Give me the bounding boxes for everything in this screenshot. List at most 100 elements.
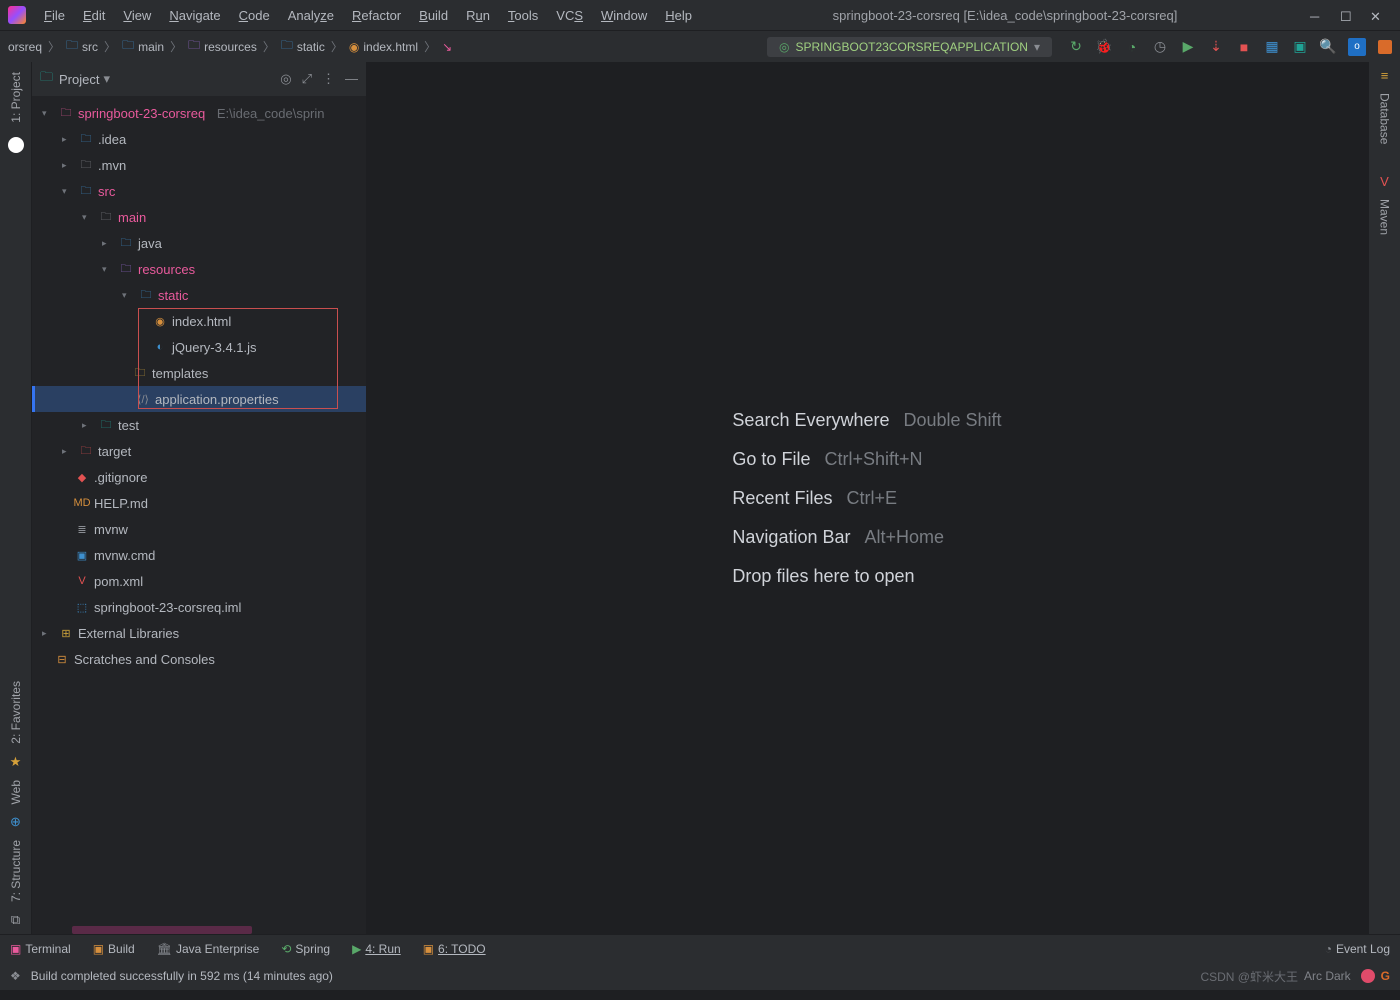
layers-icon[interactable]: ❖ [10,969,21,983]
g-badge-icon: G [1381,969,1390,983]
bottom-toolbar: ▣Terminal ▣Build 🏛Java Enterprise ⟲Sprin… [0,934,1400,962]
tree-idea[interactable]: ▸🗀.idea [32,126,366,152]
badge-icon[interactable] [1378,40,1392,54]
close-icon[interactable]: ✕ [1370,9,1382,21]
minimize-icon[interactable]: ─ [1310,9,1322,21]
menu-analyze[interactable]: Analyze [280,4,342,27]
right-tool-gutter: ≡ Database V Maven [1368,62,1400,934]
debug-bug-icon[interactable]: 🐞 [1096,39,1112,55]
tree-mvnwcmd[interactable]: ▣mvnw.cmd [32,542,366,568]
tree-resources[interactable]: ▾🗀resources [32,256,366,282]
minimize-panel-icon[interactable]: — [345,71,358,87]
chevron-down-icon: ▾ [1034,40,1040,54]
hint-drop: Drop files here to open [732,566,914,587]
tree-mvnw[interactable]: ≣mvnw [32,516,366,542]
project-sidebar: 🗀 Project ▾ ◎ ⤢ ⋮ — ▾🗀springboot-23-cors… [32,62,366,934]
bc-root: orsreq [8,40,42,54]
tree-root[interactable]: ▾🗀springboot-23-corsreq E:\idea_code\spr… [32,100,366,126]
tab-project[interactable]: 1: Project [5,62,27,133]
menu-navigate[interactable]: Navigate [161,4,228,27]
menu-run[interactable]: Run [458,4,498,27]
collapse-icon[interactable]: ⤢ [302,71,312,87]
attach-icon[interactable]: ⇣ [1208,39,1224,55]
tree-src[interactable]: ▾🗀src [32,178,366,204]
bb-eventlog[interactable]: ◔Event Log [1325,942,1390,956]
breadcrumb[interactable]: orsreq〉 🗀src〉 🗀main〉 🗀resources〉 🗀static… [8,36,452,57]
grid-icon[interactable]: ▦ [1264,39,1280,55]
tree-static[interactable]: ▾🗀static [32,282,366,308]
tab-maven[interactable]: Maven [1374,189,1396,245]
tree-pom[interactable]: Vpom.xml [32,568,366,594]
bb-javaee[interactable]: 🏛Java Enterprise [157,942,260,956]
app-logo-icon [8,6,26,24]
bb-build[interactable]: ▣Build [93,942,135,956]
tree-jquery[interactable]: ◐jQuery-3.4.1.js [32,334,366,360]
csdn-watermark: CSDN @虾米大王 [1200,968,1298,985]
hint-recent: Recent Files [732,488,832,509]
menu-help[interactable]: Help [657,4,700,27]
menu-build[interactable]: Build [411,4,456,27]
tree-mvn[interactable]: ▸🗀.mvn [32,152,366,178]
more-icon[interactable]: ⋮ [322,71,335,87]
hint-search: Search Everywhere [732,410,889,431]
tree-scratches[interactable]: ⊟Scratches and Consoles [32,646,366,672]
theme-label[interactable]: Arc Dark [1304,969,1351,983]
bc-static: 🗀static [281,36,325,57]
tree-test[interactable]: ▸🗀test [32,412,366,438]
run-config-selector[interactable]: ◎ SPRINGBOOT23CORSREQAPPLICATION ▾ [767,37,1052,57]
tree-appprops[interactable]: ⟨/⟩application.properties [32,386,366,412]
stop-icon[interactable]: ■ [1236,39,1252,55]
globe-icon [8,137,24,153]
coverage-icon[interactable]: ◔ [1124,39,1140,55]
run-icon[interactable]: ▶ [1180,39,1196,55]
bb-spring[interactable]: ⟲Spring [281,942,330,956]
tab-structure[interactable]: 7: Structure [5,830,27,912]
menu-code[interactable]: Code [231,4,278,27]
tab-favorites[interactable]: 2: Favorites [5,671,27,754]
bb-terminal[interactable]: ▣Terminal [10,942,71,956]
tab-web[interactable]: Web [5,770,27,814]
window-title: springboot-23-corsreq [E:\idea_code\spri… [700,8,1310,23]
scrollbar-thumb[interactable] [72,926,252,934]
bb-todo[interactable]: ▣6: TODO [423,942,486,956]
spring-icon: ◎ [779,40,789,54]
menu-edit[interactable]: Edit [75,4,113,27]
tree-java[interactable]: ▸🗀java [32,230,366,256]
bb-run[interactable]: ▶4: Run [352,942,401,956]
tree-target[interactable]: ▸🗀target [32,438,366,464]
bc-index: ◉index.html [349,40,418,54]
project-tree[interactable]: ▾🗀springboot-23-corsreq E:\idea_code\spr… [32,96,366,934]
tree-main[interactable]: ▾🗀main [32,204,366,230]
profile-icon[interactable]: ◷ [1152,39,1168,55]
search-icon[interactable]: 🔍 [1320,39,1336,55]
tree-help[interactable]: MDHELP.md [32,490,366,516]
menu-refactor[interactable]: Refactor [344,4,409,27]
sidebar-title[interactable]: Project [59,72,99,87]
tree-extlib[interactable]: ▸⊞External Libraries [32,620,366,646]
tab-database[interactable]: Database [1374,83,1396,154]
statusbar: ❖ Build completed successfully in 592 ms… [0,962,1400,990]
chevron-down-icon[interactable]: ▾ [103,71,110,87]
tree-templates[interactable]: 🗀templates [32,360,366,386]
menu-tools[interactable]: Tools [500,4,546,27]
status-message: Build completed successfully in 592 ms (… [31,969,333,983]
menu-view[interactable]: View [115,4,159,27]
menu-vcs[interactable]: VCS [548,4,591,27]
target-icon[interactable]: ◎ [280,71,291,87]
tree-gitignore[interactable]: ◆.gitignore [32,464,366,490]
menu-file[interactable]: File [36,4,73,27]
maximize-icon[interactable]: ☐ [1340,9,1352,21]
titlebar: File Edit View Navigate Code Analyze Ref… [0,0,1400,30]
tree-indexhtml[interactable]: ◉index.html [32,308,366,334]
tree-iml[interactable]: ⬚springboot-23-corsreq.iml [32,594,366,620]
folder-icon: 🗀 [40,68,53,90]
update-icon[interactable]: ▣ [1292,39,1308,55]
editor-empty-state: Search EverywhereDouble Shift Go to File… [366,62,1368,934]
hammer-icon[interactable]: ↘ [442,40,452,54]
menu-window[interactable]: Window [593,4,655,27]
rerun-icon[interactable]: ↻ [1068,39,1084,55]
outlook-icon[interactable]: o [1348,38,1366,56]
left-tool-gutter: 1: Project 2: Favorites ★ Web ⊕ 7: Struc… [0,62,32,934]
web-icon: ⊕ [10,814,21,830]
main-area: 1: Project 2: Favorites ★ Web ⊕ 7: Struc… [0,62,1400,934]
